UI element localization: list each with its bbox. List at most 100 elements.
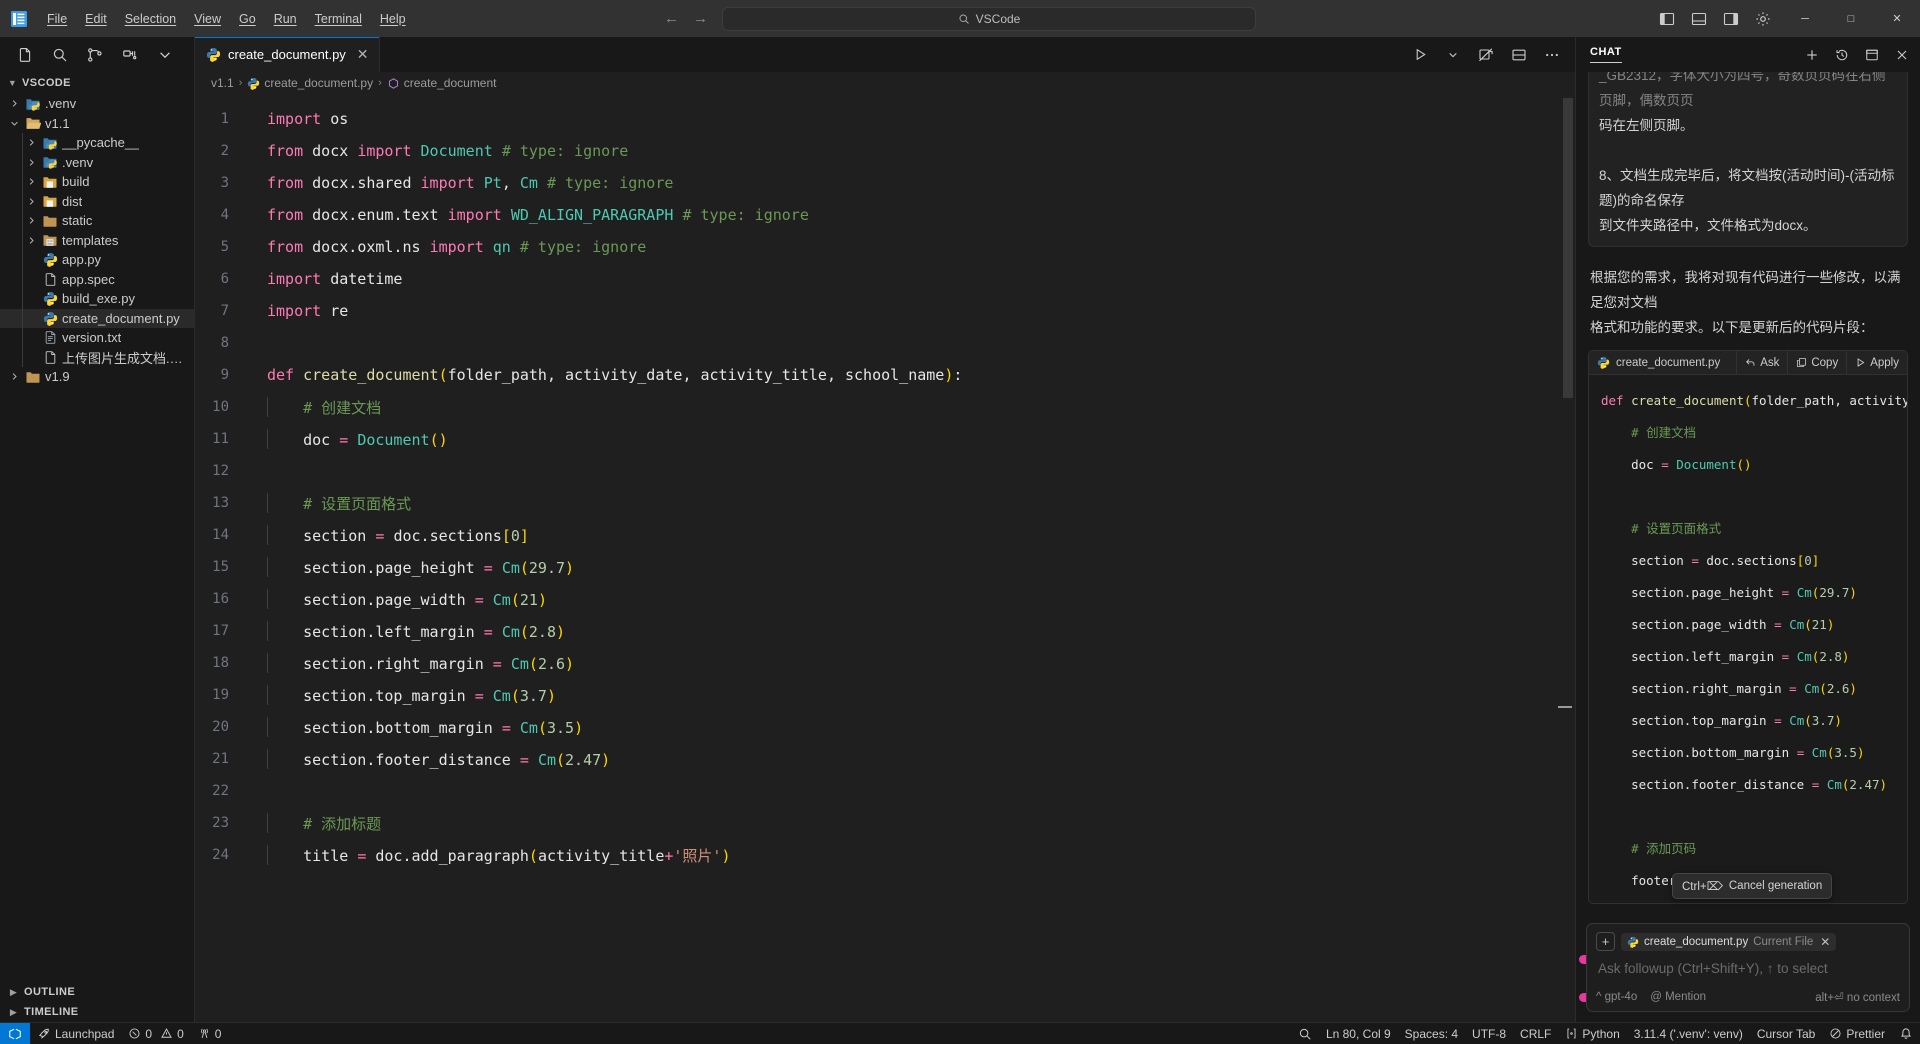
tree-item-.venv[interactable]: .venv bbox=[0, 94, 194, 114]
apply-button[interactable]: Apply bbox=[1846, 351, 1907, 374]
breadcrumb-symbol[interactable]: create_document bbox=[387, 76, 497, 90]
indentation-setting[interactable]: Spaces: 4 bbox=[1398, 1023, 1465, 1044]
tree-item-v1.9[interactable]: v1.9 bbox=[0, 367, 194, 387]
close-icon[interactable]: ✕ bbox=[1820, 935, 1830, 949]
search-icon[interactable] bbox=[51, 46, 69, 64]
menu-go[interactable]: Go bbox=[230, 6, 265, 32]
chat-followup-input[interactable]: Ask followup (Ctrl+Shift+Y), ↑ to select bbox=[1596, 951, 1900, 990]
add-context-button[interactable]: + bbox=[1596, 932, 1615, 951]
cancel-generation-button[interactable]: Ctrl+⌦ Cancel generation bbox=[1672, 873, 1832, 899]
tree-item-label: .venv bbox=[62, 155, 93, 170]
breadcrumb-file[interactable]: create_document.py bbox=[247, 76, 373, 90]
launchpad-button[interactable]: Launchpad bbox=[30, 1023, 121, 1044]
more-actions-icon[interactable] bbox=[1543, 46, 1561, 64]
menu-selection[interactable]: Selection bbox=[116, 6, 185, 32]
chevron-right-icon[interactable] bbox=[25, 215, 38, 226]
chat-code-line: section.right_margin = Cm(2.6) bbox=[1589, 673, 1907, 705]
tree-item-create_document.py[interactable]: create_document.py bbox=[0, 309, 194, 329]
tree-item-app.spec[interactable]: app.spec bbox=[0, 270, 194, 290]
tree-item-build_exe.py[interactable]: build_exe.py bbox=[0, 289, 194, 309]
cursor-position[interactable]: Ln 80, Col 9 bbox=[1319, 1023, 1398, 1044]
encoding-setting[interactable]: UTF-8 bbox=[1465, 1023, 1513, 1044]
tree-item-__pycache__[interactable]: __pycache__ bbox=[0, 133, 194, 153]
minimap-slider[interactable] bbox=[1558, 706, 1572, 708]
tree-item-app.py[interactable]: app.py bbox=[0, 250, 194, 270]
context-chip-current-file[interactable]: create_document.py Current File ✕ bbox=[1621, 933, 1836, 951]
mention-button[interactable]: @ Mention bbox=[1650, 991, 1706, 1003]
menu-view[interactable]: View bbox=[185, 6, 230, 32]
cursor-tab-indicator[interactable]: Cursor Tab bbox=[1750, 1023, 1822, 1044]
tree-item-.venv[interactable]: .venv bbox=[0, 153, 194, 173]
toggle-primary-sidebar-icon[interactable] bbox=[1658, 10, 1676, 28]
chat-input-box[interactable]: + create_document.py bbox=[1586, 923, 1910, 1012]
explorer-icon[interactable] bbox=[16, 46, 34, 64]
language-mode[interactable]: Python bbox=[1558, 1023, 1626, 1044]
python-interpreter[interactable]: 3.11.4 ('.venv': venv) bbox=[1627, 1023, 1750, 1044]
sidebar-item-timeline[interactable]: ▶ TIMELINE bbox=[0, 1002, 194, 1022]
notifications-bell-icon[interactable] bbox=[1892, 1023, 1920, 1044]
eol-setting[interactable]: CRLF bbox=[1513, 1023, 1558, 1044]
tree-item-build[interactable]: build bbox=[0, 172, 194, 192]
chevron-right-icon[interactable] bbox=[8, 371, 21, 382]
tree-item-static[interactable]: static bbox=[0, 211, 194, 231]
tab-create-document-py[interactable]: create_document.py ✕ bbox=[195, 37, 380, 72]
menu-help[interactable]: Help bbox=[371, 6, 415, 32]
settings-gear-icon[interactable] bbox=[1754, 10, 1772, 28]
chevron-down-icon[interactable] bbox=[156, 46, 174, 64]
code-line: 14 section = doc.sections[0] bbox=[195, 519, 1575, 551]
tree-item-label: app.py bbox=[62, 252, 101, 267]
play-icon bbox=[1855, 357, 1866, 368]
tree-item-dist[interactable]: dist bbox=[0, 192, 194, 212]
chevron-down-icon[interactable] bbox=[1444, 46, 1462, 64]
explorer-section-header[interactable]: ▼ VSCODE bbox=[0, 72, 194, 94]
command-center[interactable]: VSCode bbox=[722, 7, 1256, 31]
chevron-right-icon[interactable] bbox=[25, 235, 38, 246]
menu-terminal[interactable]: Terminal bbox=[306, 6, 371, 32]
minimize-button[interactable]: ─ bbox=[1782, 0, 1828, 37]
toggle-secondary-sidebar-icon[interactable] bbox=[1722, 10, 1740, 28]
menu-edit[interactable]: Edit bbox=[76, 6, 116, 32]
chevron-right-icon[interactable] bbox=[25, 196, 38, 207]
tree-item-version.txt[interactable]: version.txt bbox=[0, 328, 194, 348]
source-control-icon[interactable] bbox=[86, 46, 104, 64]
chevron-right-icon[interactable] bbox=[25, 137, 38, 148]
tree-item-label: templates bbox=[62, 233, 118, 248]
ports-indicator[interactable]: 0 bbox=[191, 1023, 229, 1044]
model-selector[interactable]: ^ gpt-4o bbox=[1596, 991, 1637, 1003]
close-icon[interactable]: ✕ bbox=[357, 46, 369, 63]
chevron-right-icon[interactable] bbox=[25, 176, 38, 187]
remote-indicator[interactable] bbox=[0, 1023, 30, 1044]
menu-run[interactable]: Run bbox=[265, 6, 306, 32]
copy-button[interactable]: Copy bbox=[1787, 351, 1846, 374]
toggle-panel-icon[interactable] bbox=[1690, 10, 1708, 28]
chevron-right-icon[interactable] bbox=[8, 98, 21, 109]
split-toggle-icon[interactable] bbox=[1477, 46, 1495, 64]
ask-button[interactable]: Ask bbox=[1736, 351, 1787, 374]
open-in-editor-icon[interactable] bbox=[1864, 47, 1880, 63]
problems-indicator[interactable]: 0 0 bbox=[121, 1023, 190, 1044]
tree-item-templates[interactable]: templates bbox=[0, 231, 194, 251]
close-icon[interactable] bbox=[1894, 47, 1910, 63]
menu-file[interactable]: File bbox=[38, 6, 76, 32]
history-icon[interactable] bbox=[1834, 47, 1850, 63]
new-chat-icon[interactable] bbox=[1804, 47, 1820, 63]
line-number: 11 bbox=[195, 431, 255, 447]
chat-message-list[interactable]: _GB2312，字体大小为四号，奇数页页码在右侧页脚，偶数页页 码在左侧页脚。 … bbox=[1576, 72, 1920, 915]
tree-item-.spec[interactable]: 上传图片生成文档.spec bbox=[0, 348, 194, 368]
arrow-left-icon[interactable]: ← bbox=[664, 11, 679, 26]
prettier-indicator[interactable]: Prettier bbox=[1822, 1023, 1892, 1044]
chevron-down-icon[interactable] bbox=[8, 118, 21, 129]
maximize-button[interactable]: □ bbox=[1828, 0, 1874, 37]
editor-vertical-scrollbar[interactable] bbox=[1563, 98, 1573, 398]
arrow-right-icon[interactable]: → bbox=[693, 11, 708, 26]
chevron-right-icon[interactable] bbox=[25, 157, 38, 168]
breadcrumb-folder[interactable]: v1.1 bbox=[211, 76, 234, 90]
split-editor-down-icon[interactable] bbox=[1510, 46, 1528, 64]
run-python-file-icon[interactable] bbox=[1411, 46, 1429, 64]
code-editor[interactable]: 1import os2from docx import Document # t… bbox=[195, 94, 1575, 1022]
zoom-indicator[interactable] bbox=[1291, 1023, 1319, 1044]
run-and-debug-icon[interactable] bbox=[121, 46, 139, 64]
sidebar-item-outline[interactable]: ▶ OUTLINE bbox=[0, 982, 194, 1002]
tree-item-v1.1[interactable]: v1.1 bbox=[0, 114, 194, 134]
close-button[interactable]: ✕ bbox=[1874, 0, 1920, 37]
